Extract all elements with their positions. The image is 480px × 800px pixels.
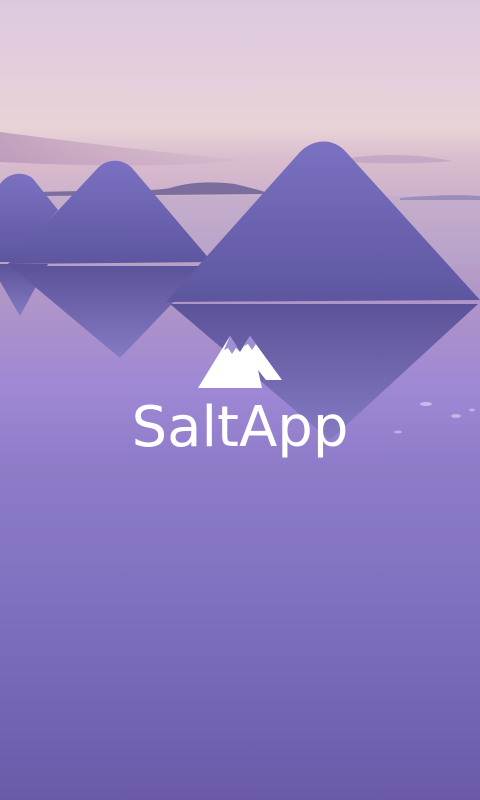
brand: SaltApp	[0, 330, 480, 456]
cloud	[350, 154, 452, 164]
cloud	[0, 132, 240, 166]
splash-screen: SaltApp	[0, 0, 480, 800]
mountain-icon	[198, 336, 282, 388]
app-name: SaltApp	[131, 395, 349, 460]
